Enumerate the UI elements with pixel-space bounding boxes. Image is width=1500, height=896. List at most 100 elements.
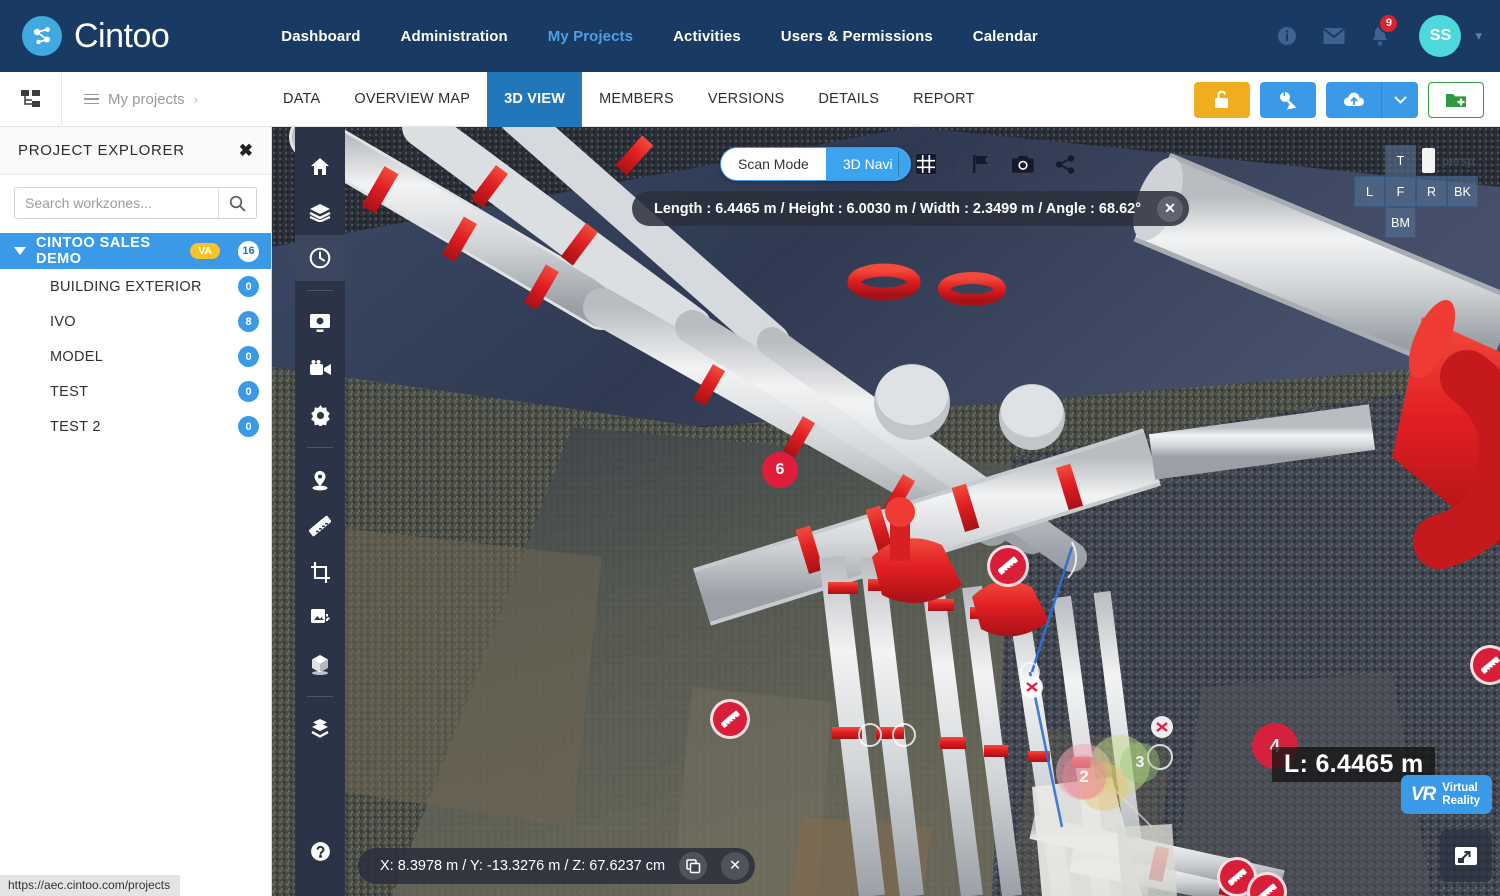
clock-history-icon[interactable]	[295, 235, 345, 281]
camera-snapshot-icon[interactable]	[1002, 147, 1044, 181]
flag-icon[interactable]	[960, 147, 1002, 181]
breadcrumb[interactable]: My projects ›	[84, 91, 198, 108]
add-image-icon[interactable]	[295, 595, 345, 641]
expand-fullscreen-button[interactable]	[1440, 830, 1492, 882]
tab-versions[interactable]: VERSIONS	[691, 72, 802, 127]
connect-plugin-button[interactable]	[1260, 81, 1316, 118]
3d-viewport[interactable]: Scan Mode 3D Navi Length: 6.4465 m / He…	[272, 127, 1500, 896]
info-icon[interactable]	[1277, 26, 1297, 46]
unlock-project-button[interactable]	[1194, 81, 1250, 118]
user-avatar[interactable]: SS	[1419, 15, 1462, 57]
tree-root-cintoo-sales-demo[interactable]: CINTOO SALES DEMO VA 16	[0, 233, 271, 269]
vr-label: Virtual Reality	[1442, 782, 1480, 807]
measurement-close-icon[interactable]: ✕	[1157, 195, 1183, 222]
tree-item-label: TEST	[50, 383, 89, 400]
breadcrumb-label[interactable]: My projects	[108, 91, 185, 108]
search-input[interactable]	[15, 195, 218, 211]
close-coordinates-icon[interactable]: ✕	[721, 852, 750, 880]
view-cube-top[interactable]: T	[1385, 145, 1416, 176]
upload-button-group	[1326, 81, 1418, 118]
view-cube-bottom[interactable]: BM	[1385, 207, 1416, 238]
crop-icon[interactable]	[295, 549, 345, 595]
tab-details[interactable]: DETAILS	[801, 72, 896, 127]
project-tree-toggle-icon[interactable]	[0, 71, 62, 127]
location-pin-icon[interactable]	[295, 457, 345, 503]
view-cube-spacer	[1354, 207, 1385, 238]
help-icon[interactable]	[295, 828, 345, 874]
tab-data[interactable]: DATA	[266, 72, 337, 127]
display-settings-icon[interactable]	[295, 300, 345, 346]
scene-marker-6[interactable]: 6	[762, 452, 798, 488]
measurement-pin-icon[interactable]	[987, 545, 1029, 587]
tab-3d-view[interactable]: 3D VIEW	[487, 71, 583, 127]
projection-switch-icon[interactable]	[1422, 148, 1435, 173]
vr-label-line2: Reality	[1442, 794, 1480, 807]
search-icon[interactable]	[218, 188, 256, 218]
new-project-button[interactable]	[1428, 81, 1484, 118]
tab-report[interactable]: REPORT	[896, 72, 991, 127]
measurement-pin-icon[interactable]	[710, 699, 750, 739]
gear-icon[interactable]	[295, 392, 345, 438]
expand-triangle-icon[interactable]	[14, 247, 26, 255]
brand[interactable]: Cintoo	[22, 16, 170, 56]
tree-item-test-2[interactable]: TEST 2 0	[0, 409, 271, 444]
vr-logo: VR	[1410, 783, 1436, 805]
rail-divider	[307, 447, 333, 448]
layers-icon[interactable]	[295, 189, 345, 235]
tool-divider	[898, 153, 899, 175]
upload-options-chevron-down-icon[interactable]	[1382, 81, 1418, 118]
tree-item-count: 0	[238, 276, 259, 297]
3d-cube-icon[interactable]	[295, 641, 345, 687]
tree-item-count: 0	[238, 416, 259, 437]
grid-icon[interactable]	[905, 147, 947, 181]
projection-toggle[interactable]: persp.	[1422, 145, 1478, 176]
top-navigation-bar: Cintoo Dashboard Administration My Proje…	[0, 0, 1500, 72]
nav-link-administration[interactable]: Administration	[381, 28, 528, 45]
breadcrumb-menu-icon[interactable]	[84, 93, 99, 105]
tree-item-test[interactable]: TEST 0	[0, 374, 271, 409]
view-cube-right[interactable]: R	[1416, 176, 1447, 207]
app-root: Cintoo Dashboard Administration My Proje…	[0, 0, 1500, 896]
user-menu-chevron-down-icon[interactable]: ▾	[1475, 28, 1482, 44]
virtual-reality-button[interactable]: VR Virtual Reality	[1400, 775, 1492, 814]
video-camera-icon[interactable]	[295, 346, 345, 392]
close-icon[interactable]: ✖	[239, 141, 253, 161]
view-cube-back[interactable]: BK	[1447, 176, 1478, 207]
projection-label: persp.	[1442, 153, 1479, 168]
rail-divider	[307, 290, 333, 291]
nav-link-calendar[interactable]: Calendar	[953, 28, 1058, 45]
nav-link-users-permissions[interactable]: Users & Permissions	[761, 28, 953, 45]
ruler-measure-icon[interactable]	[295, 503, 345, 549]
main-nav-links: Dashboard Administration My Projects Act…	[261, 28, 1058, 45]
view-cube-left[interactable]: L	[1354, 176, 1385, 207]
tree-root-count: 16	[238, 240, 259, 262]
view-cube-row-bottom: BM	[1354, 207, 1494, 238]
vr-label-line1: Virtual	[1442, 782, 1478, 794]
view-cube: T persp. L F R BK BM	[1354, 145, 1494, 238]
tree-root-label: CINTOO SALES DEMO	[36, 235, 151, 267]
view-cube-front[interactable]: F	[1385, 176, 1416, 207]
tree-item-ivo[interactable]: IVO 8	[0, 304, 271, 339]
tree-item-label: BUILDING EXTERIOR	[50, 278, 202, 295]
scene-marker-3[interactable]: 3	[1120, 743, 1160, 783]
cloud-upload-button[interactable]	[1326, 81, 1382, 118]
tree-item-label: IVO	[50, 313, 76, 330]
scene-marker-2[interactable]: 2	[1062, 755, 1106, 799]
home-icon[interactable]	[295, 143, 345, 189]
nav-link-activities[interactable]: Activities	[653, 28, 761, 45]
tab-members[interactable]: MEMBERS	[582, 72, 691, 127]
tab-overview-map[interactable]: OVERVIEW MAP	[337, 72, 487, 127]
rail-divider	[307, 696, 333, 697]
copy-coordinates-icon[interactable]	[679, 852, 708, 880]
share-icon[interactable]	[1044, 147, 1086, 181]
nav-link-my-projects[interactable]: My Projects	[528, 28, 653, 45]
nav-link-dashboard[interactable]: Dashboard	[261, 28, 380, 45]
tree-item-building-exterior[interactable]: BUILDING EXTERIOR 0	[0, 269, 271, 304]
scan-mode-option[interactable]: Scan Mode	[721, 148, 826, 180]
viewer-top-tools	[892, 147, 1086, 181]
mail-icon[interactable]	[1323, 27, 1346, 45]
notifications-bell-icon[interactable]: 9	[1371, 12, 1400, 47]
tree-item-model[interactable]: MODEL 0	[0, 339, 271, 374]
notification-badge: 9	[1378, 12, 1400, 34]
add-layer-icon[interactable]	[295, 706, 345, 752]
